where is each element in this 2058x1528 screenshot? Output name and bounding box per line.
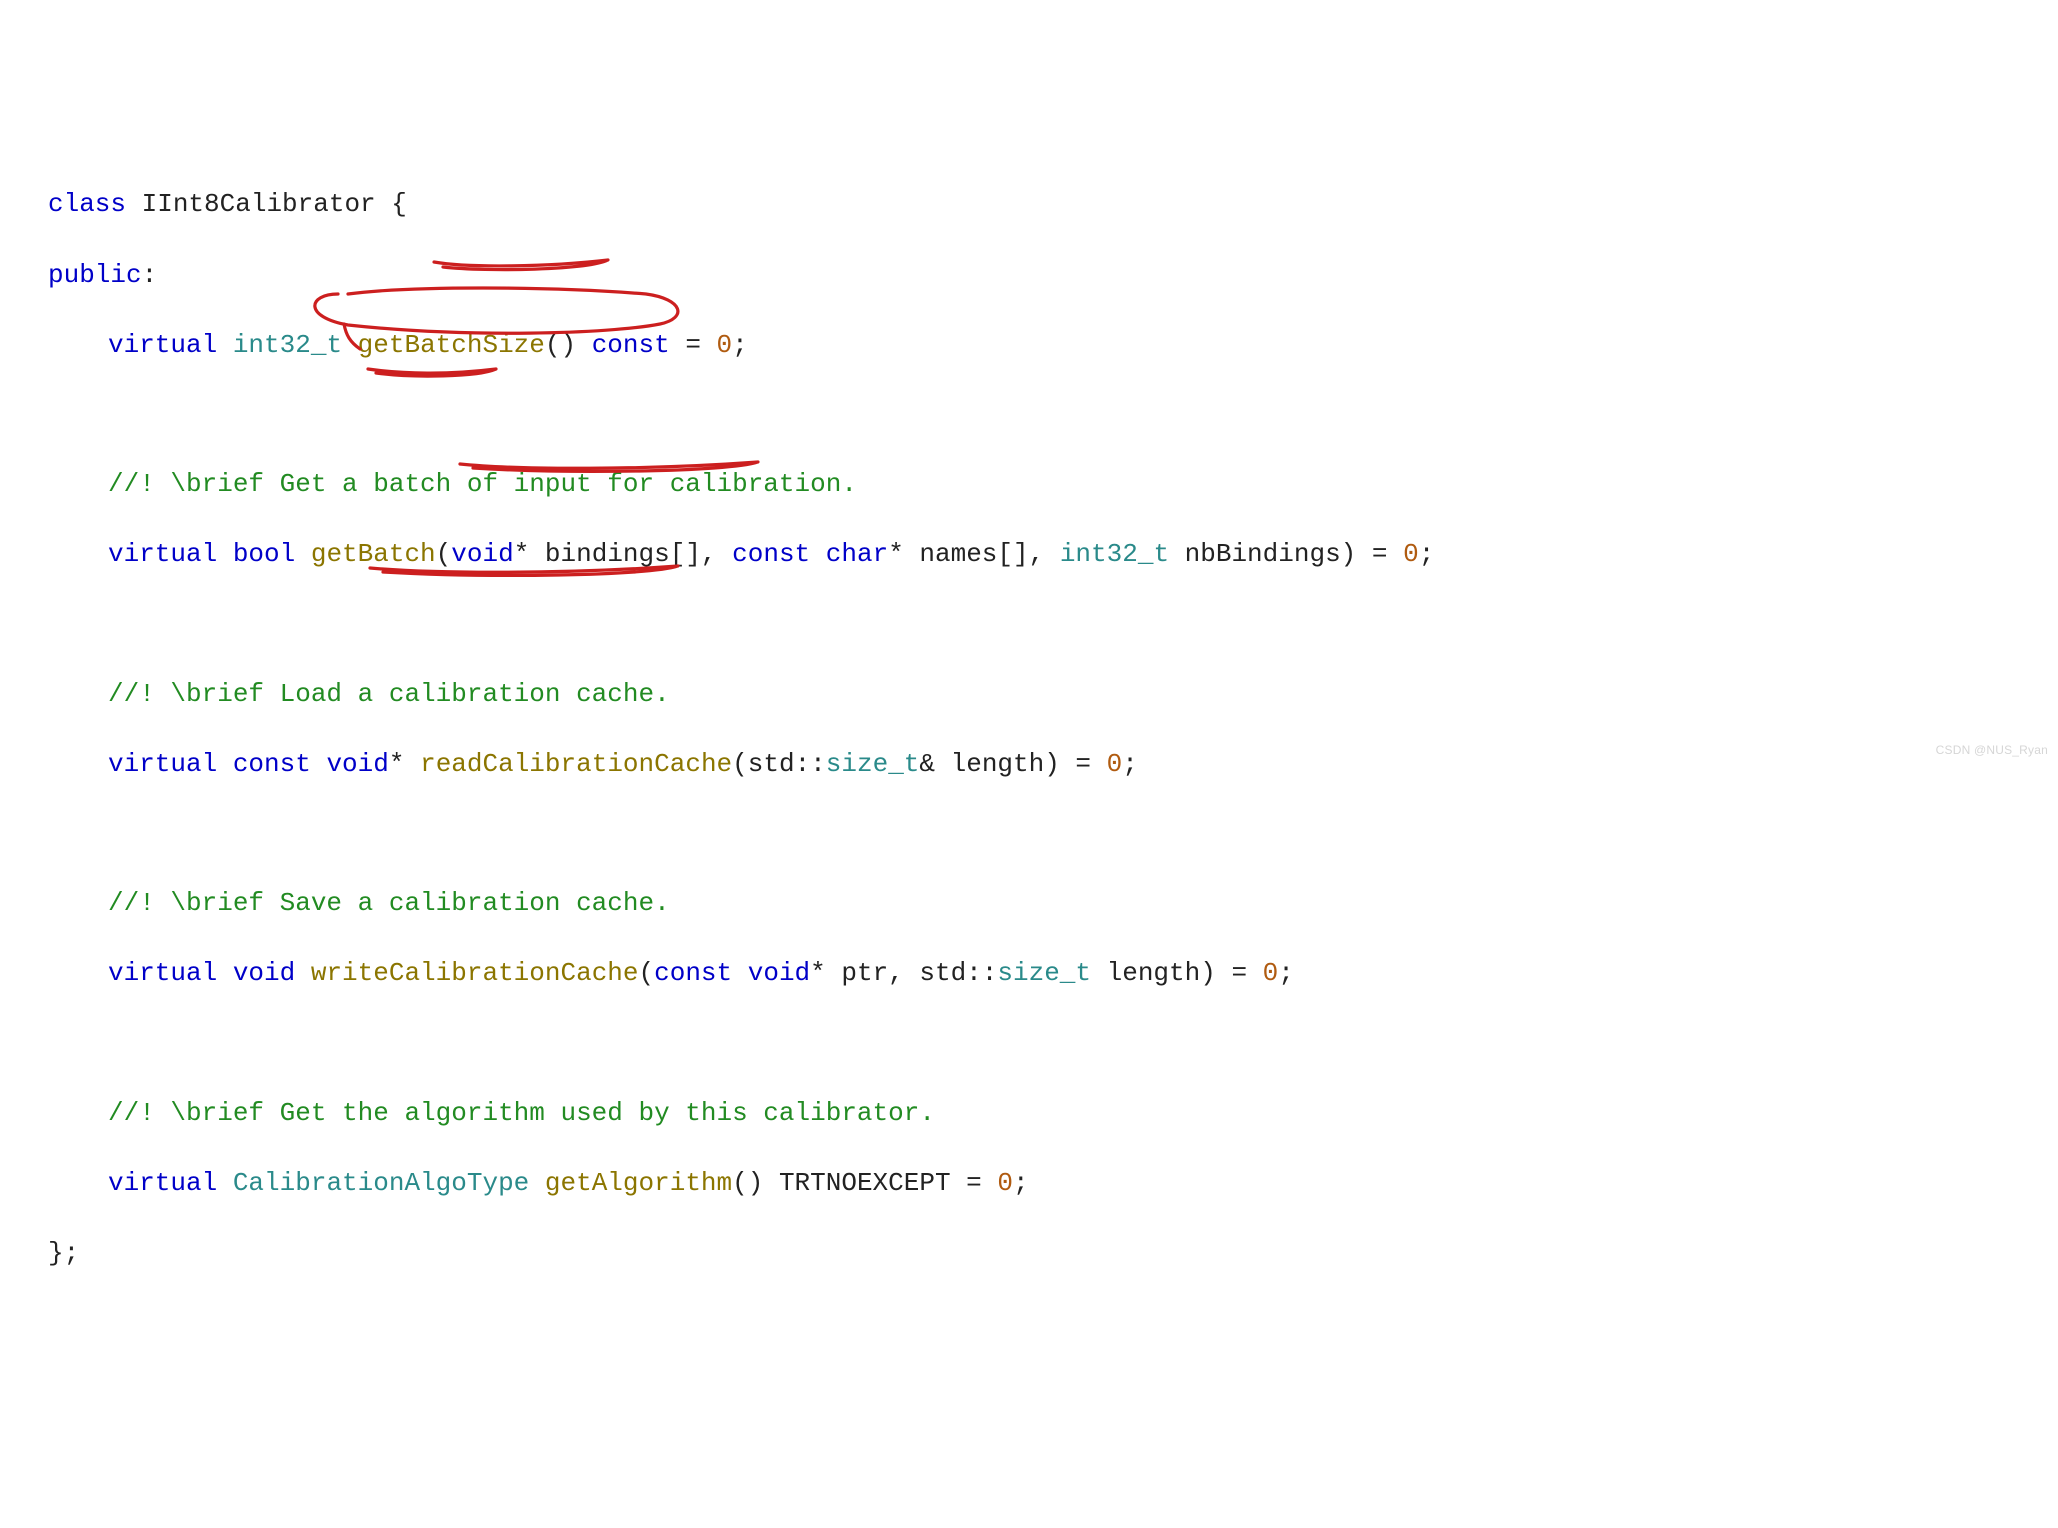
zero: 0 [717,330,733,360]
code-line: virtual int32_t getBatchSize() const = 0… [48,328,2058,363]
type-int32: int32_t [233,330,358,360]
colon: : [142,260,158,290]
class-name: IInt8Calibrator { [126,189,407,219]
type-calibrationalgo: CalibrationAlgoType [233,1168,545,1198]
bindings: * bindings[], [514,539,732,569]
comment-line: //! \brief Get a batch of input for cali… [48,467,2058,502]
keyword-const: const [654,958,748,988]
ptr: * ptr, std:: [810,958,997,988]
code-line: virtual CalibrationAlgoType getAlgorithm… [48,1166,2058,1201]
keyword-const: const [592,330,670,360]
pen-annotations [48,152,1608,732]
doc-comment: //! \brief Get a batch of input for cali… [108,469,857,499]
blank-line [48,817,2058,851]
semi: ; [1013,1168,1029,1198]
keyword-const: const [732,539,826,569]
tail: length) = [1091,958,1263,988]
parens: () [732,1168,779,1198]
doc-comment: //! \brief Load a calibration cache. [108,679,670,709]
eq: = [951,1168,998,1198]
code-line: virtual void writeCalibrationCache(const… [48,956,2058,991]
doc-comment: //! \brief Get the algorithm used by thi… [108,1098,935,1128]
doc-comment: //! \brief Save a calibration cache. [108,888,670,918]
semi: ; [1419,539,1435,569]
keyword-virtual: virtual [108,539,233,569]
comment-line: //! \brief Save a calibration cache. [48,886,2058,921]
names: * names[], [888,539,1060,569]
type-int32: int32_t [1060,539,1169,569]
nbBindings: nbBindings) = [1169,539,1403,569]
parens: () [545,330,592,360]
keyword-char: char [826,539,888,569]
code-line: virtual bool getBatch(void* bindings[], … [48,537,2058,572]
fn-getbatchsize: getBatchSize [358,330,545,360]
fn-getbatch: getBatch [311,539,436,569]
close-brace: }; [48,1238,79,1268]
code-line: class IInt8Calibrator { [48,187,2058,222]
open-paren: ( [639,958,655,988]
fn-writecalibrationcache: writeCalibrationCache [311,958,639,988]
code-line: virtual const void* readCalibrationCache… [48,747,2058,782]
semi: ; [1278,958,1294,988]
blank-line [48,608,2058,642]
keyword-class: class [48,189,126,219]
watermark: CSDN @NUS_Ryan [1936,742,2048,758]
fn-getalgorithm: getAlgorithm [545,1168,732,1198]
keyword-public: public [48,260,142,290]
code-line: }; [48,1236,2058,1271]
comment-line: //! \brief Get the algorithm used by thi… [48,1096,2058,1131]
zero: 0 [1403,539,1419,569]
keyword-virtual: virtual [108,330,233,360]
type-sizet: size_t [997,958,1091,988]
keyword-virtual: virtual [108,1168,233,1198]
open-paren: ( [436,539,452,569]
keyword-bool: bool [233,539,311,569]
eq: = [670,330,717,360]
code-block: class IInt8Calibrator { public: virtual … [48,152,2058,1376]
zero: 0 [997,1168,1013,1198]
keyword-virtual: virtual [108,958,233,988]
macro: TRTNOEXCEPT [779,1168,951,1198]
blank-line [48,1026,2058,1060]
keyword-void: void [233,958,311,988]
zero: 0 [1263,958,1279,988]
semi: ; [732,330,748,360]
blank-line [48,398,2058,432]
keyword-void: void [451,539,513,569]
comment-line: //! \brief Load a calibration cache. [48,677,2058,712]
keyword-void: void [748,958,810,988]
code-line: public: [48,258,2058,293]
